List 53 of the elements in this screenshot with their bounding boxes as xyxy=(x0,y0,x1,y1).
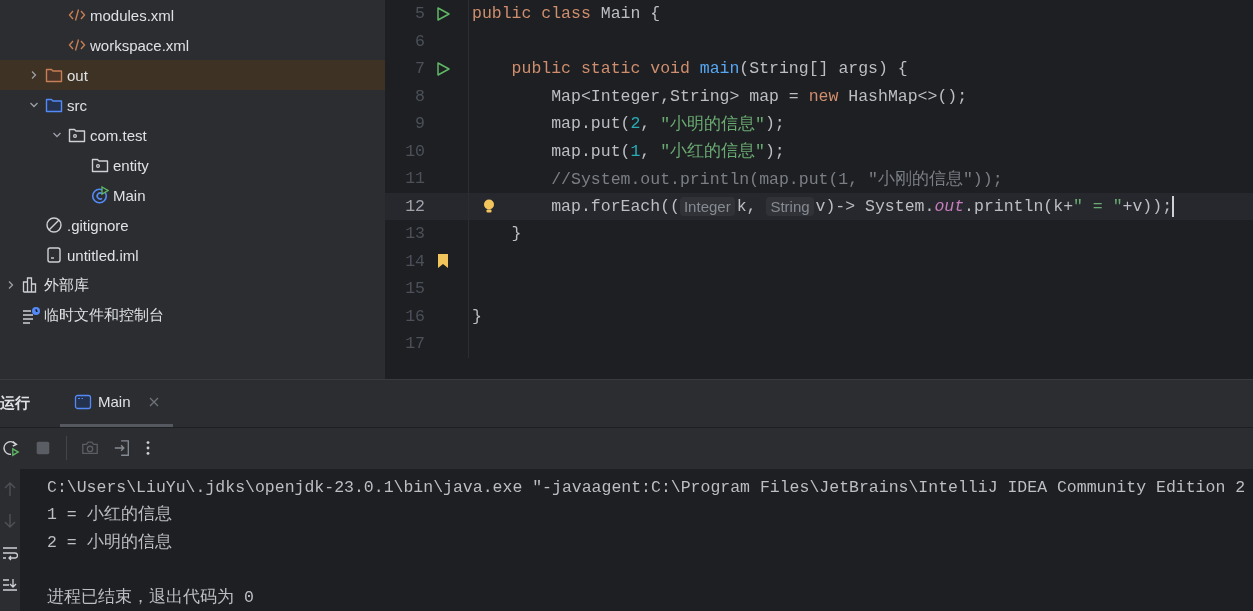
chevron-icon xyxy=(6,280,16,290)
exit-icon[interactable] xyxy=(113,439,131,457)
chevron-icon xyxy=(52,130,62,140)
light-bulb-icon[interactable] xyxy=(481,197,497,215)
run-tab[interactable]: Main xyxy=(60,380,173,427)
rerun-icon[interactable] xyxy=(2,439,20,457)
console-window-icon xyxy=(74,392,92,411)
console-line: 2 = 小明的信息 xyxy=(47,531,173,554)
close-icon xyxy=(148,396,159,407)
scratch-list-icon xyxy=(22,306,40,324)
tree-item[interactable]: .gitignore xyxy=(0,210,385,240)
bookmark-icon[interactable] xyxy=(435,253,451,270)
tree-item[interactable]: modules.xml xyxy=(0,0,385,30)
folder-icon xyxy=(45,96,63,114)
tree-item[interactable]: out xyxy=(0,60,385,90)
tree-item[interactable]: entity xyxy=(0,150,385,180)
code-line: map.put(2, "小明的信息"); xyxy=(551,113,785,135)
parameter-hint: String xyxy=(766,196,814,216)
tree-item[interactable]: workspace.xml xyxy=(0,30,385,60)
tree-item[interactable]: 外部库 xyxy=(0,270,385,300)
code-line: map.put(1, "小红的信息"); xyxy=(551,140,785,163)
console-line: 1 = 小红的信息 xyxy=(47,504,173,526)
code-line: public static void main(String[] args) { xyxy=(511,59,908,79)
code-line: map.forEach(( Integer k, String v)-> System.out.println(k+" = "+v)); xyxy=(551,195,1175,217)
console-line: 进程已结束，退出代码为 0 xyxy=(47,586,255,609)
class-run-icon xyxy=(91,186,109,204)
code-line: } xyxy=(511,224,522,244)
line-number: 12 xyxy=(404,196,425,216)
package-folder-icon xyxy=(91,156,109,174)
console-line: C:\Users\LiuYu\.jdks\openjdk-23.0.1\bin\java.exe "-javaagent:C:\Program Files\JetBrains\IntelliJ IDEA Community Edition 2 xyxy=(47,476,1247,499)
prohibited-icon xyxy=(45,216,63,234)
chevron-icon xyxy=(29,100,39,110)
panel-title: 运行 xyxy=(0,392,31,413)
scroll-to-end-icon[interactable] xyxy=(2,576,18,593)
soft-wrap-icon[interactable] xyxy=(2,544,18,561)
run-icon[interactable] xyxy=(435,5,451,22)
parameter-hint: Integer xyxy=(679,196,735,216)
code-line: Map<Integer,String> map = new HashMap<>(); xyxy=(551,86,968,106)
code-line: } xyxy=(472,306,482,326)
tree-item[interactable]: com.test xyxy=(0,120,385,150)
folder-icon xyxy=(45,66,63,84)
run-icon[interactable] xyxy=(435,60,451,77)
more-icon[interactable] xyxy=(145,439,151,457)
tree-item[interactable]: src xyxy=(0,90,385,120)
code-line: public class Main { xyxy=(472,4,661,24)
chevron-icon xyxy=(29,70,39,80)
tree-item[interactable]: 临时文件和控制台 xyxy=(0,300,385,330)
tree-item[interactable]: Main xyxy=(0,180,385,210)
package-folder-icon xyxy=(68,126,86,144)
code-line: //System.out.println(map.put(1, "小刚的信息")); xyxy=(551,168,1003,190)
text-caret xyxy=(1172,195,1175,217)
file-icon xyxy=(45,246,63,264)
tree-item[interactable]: untitled.iml xyxy=(0,240,385,270)
